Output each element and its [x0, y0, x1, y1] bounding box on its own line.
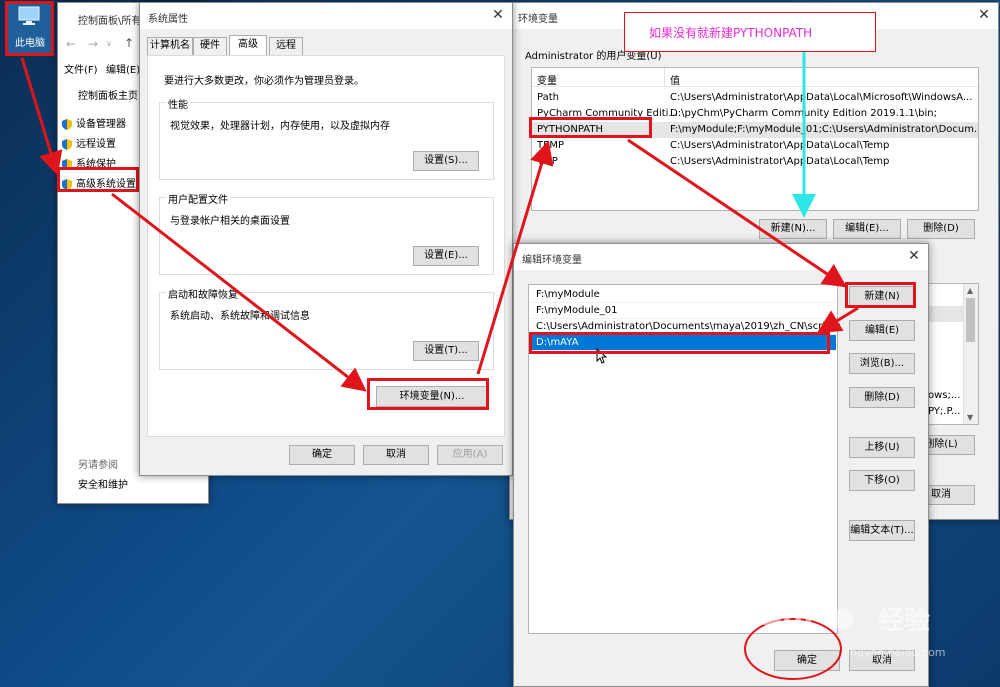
watermark-url: jingyan.baidu.com — [844, 646, 946, 659]
baidu-watermark: Bai ● 经验 jingyan.baidu.com — [760, 598, 992, 668]
tutorial-arrows — [20, 52, 859, 680]
watermark-brand: Bai — [760, 598, 814, 633]
arrow-this-pc-to-advanced — [20, 57, 63, 176]
paw-icon: ● — [830, 600, 855, 633]
watermark-brand2: 经验 — [878, 606, 931, 636]
arrow-new-button-to-entry — [816, 306, 859, 334]
arrow-env-button-to-pythonpath — [476, 140, 554, 375]
arrow-advanced-to-env-button — [111, 192, 367, 392]
arrow-pythonpath-to-new-button — [627, 138, 847, 288]
